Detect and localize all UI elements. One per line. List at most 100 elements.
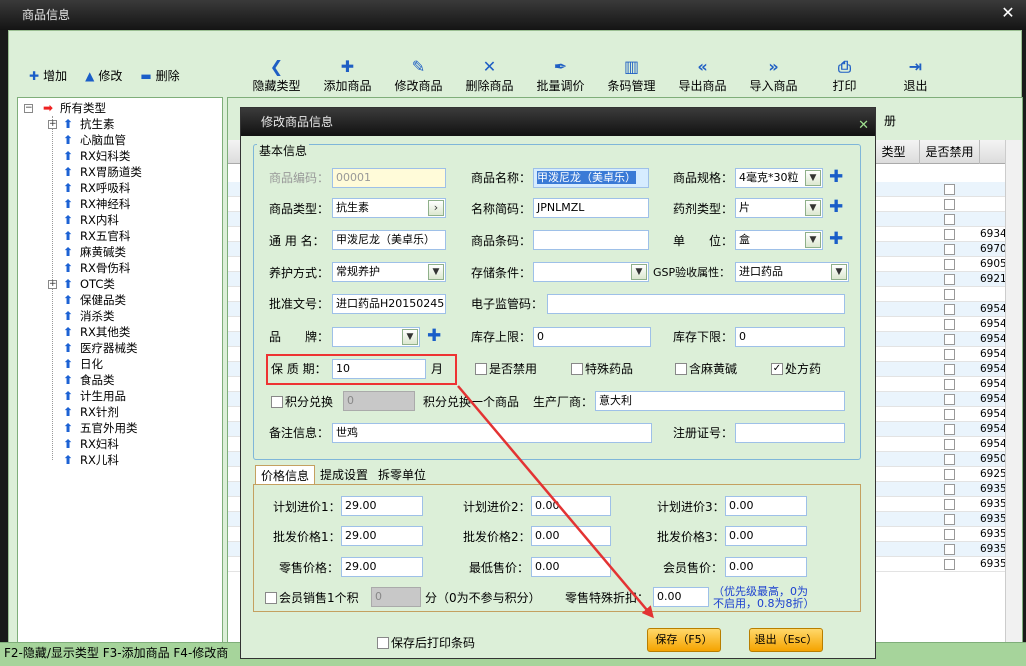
chevron-down-icon[interactable]: ▼: [631, 264, 647, 280]
disabled-cell-checkbox[interactable]: [944, 499, 955, 510]
storage-select[interactable]: ▼: [533, 262, 649, 282]
tree-item[interactable]: ⬆ RX内科: [18, 212, 222, 228]
chevron-down-icon[interactable]: ▼: [805, 200, 821, 216]
toolbar-button-5[interactable]: ▥ 条码管理: [596, 57, 667, 94]
disabled-cell-checkbox[interactable]: [944, 244, 955, 255]
add-dosage-plus-icon[interactable]: ✚: [829, 198, 843, 216]
tree-item[interactable]: ⬆ 医疗器械类: [18, 340, 222, 356]
plan-price3-field[interactable]: 0.00: [725, 496, 807, 516]
disabled-cell-checkbox[interactable]: [944, 559, 955, 570]
disabled-cell-checkbox[interactable]: [944, 304, 955, 315]
points-exchange-field[interactable]: 0: [343, 391, 415, 411]
disabled-cell-checkbox[interactable]: [944, 439, 955, 450]
wholesale-price2-field[interactable]: 0.00: [531, 526, 611, 546]
add-spec-plus-icon[interactable]: ✚: [829, 168, 843, 186]
unit-select[interactable]: 盒 ▼: [735, 230, 823, 250]
disabled-cell-checkbox[interactable]: [944, 544, 955, 555]
tree-toolbar-button-2[interactable]: ▬ 删除: [140, 67, 179, 84]
retail-price-field[interactable]: 29.00: [341, 557, 423, 577]
generic-name-field[interactable]: 甲泼尼龙（美卓乐）: [332, 230, 446, 250]
disabled-cell-checkbox[interactable]: [944, 229, 955, 240]
disabled-checkbox[interactable]: [475, 363, 487, 375]
save-button[interactable]: 保存（F5）: [647, 628, 721, 652]
reg-no-field[interactable]: [735, 423, 845, 443]
rx-checkbox-check-icon[interactable]: ✓: [771, 363, 783, 375]
discount-field[interactable]: 0.00: [653, 587, 709, 607]
add-unit-plus-icon[interactable]: ✚: [829, 230, 843, 248]
disabled-cell-checkbox[interactable]: [944, 484, 955, 495]
points-exchange-checkbox[interactable]: [271, 396, 283, 408]
chevron-down-icon[interactable]: ▼: [831, 264, 847, 280]
dosage-type-select[interactable]: 片 ▼: [735, 198, 823, 218]
chevron-down-icon[interactable]: ▼: [805, 232, 821, 248]
product-name-field[interactable]: 甲泼尼龙（美卓乐）: [533, 168, 649, 188]
tree-item[interactable]: ⬆ 食品类: [18, 372, 222, 388]
print-after-save-checkbox[interactable]: [377, 637, 389, 649]
disabled-cell-checkbox[interactable]: [944, 214, 955, 225]
tree-item[interactable]: ⬆ RX胃肠道类: [18, 164, 222, 180]
disabled-cell-checkbox[interactable]: [944, 199, 955, 210]
tree-item[interactable]: ⬆ 消杀类: [18, 308, 222, 324]
disabled-cell-checkbox[interactable]: [944, 454, 955, 465]
disabled-cell-checkbox[interactable]: [944, 259, 955, 270]
manufacturer-field[interactable]: 意大利: [595, 391, 845, 411]
gsp-select[interactable]: 进口药品 ▼: [735, 262, 849, 282]
tree-item[interactable]: ⬆ RX妇科: [18, 436, 222, 452]
disabled-cell-checkbox[interactable]: [944, 529, 955, 540]
add-brand-plus-icon[interactable]: ✚: [427, 327, 441, 345]
category-tree[interactable]: − ➡ 所有类型 + ⬆ 抗生素 ⬆ 心脑血管 ⬆ RX妇科类 ⬆ RX胃肠道类 ⬆ RX呼吸科 ⬆ RX神经…: [17, 97, 223, 643]
disabled-cell-checkbox[interactable]: [944, 409, 955, 420]
tree-item[interactable]: ⬆ 五官外用类: [18, 420, 222, 436]
tree-item[interactable]: ⬆ RX针剂: [18, 404, 222, 420]
plan-price1-field[interactable]: 29.00: [341, 496, 423, 516]
toolbar-button-8[interactable]: ⎙ 打印: [809, 57, 880, 94]
tab-commission[interactable]: 提成设置: [315, 465, 373, 485]
disabled-cell-checkbox[interactable]: [944, 424, 955, 435]
dialog-close-button[interactable]: ✕: [858, 112, 869, 140]
wholesale-price3-field[interactable]: 0.00: [725, 526, 807, 546]
toolbar-button-7[interactable]: » 导入商品: [738, 57, 809, 94]
toolbar-button-1[interactable]: ✚ 添加商品: [312, 57, 383, 94]
tree-item[interactable]: ⬆ 日化: [18, 356, 222, 372]
disabled-cell-checkbox[interactable]: [944, 319, 955, 330]
tree-item[interactable]: ⬆ 保健品类: [18, 292, 222, 308]
tree-item[interactable]: + ⬆ OTC类: [18, 276, 222, 292]
chevron-right-icon[interactable]: ›: [428, 200, 444, 216]
tree-item[interactable]: ⬆ RX五官科: [18, 228, 222, 244]
care-method-select[interactable]: 常规养护 ▼: [332, 262, 446, 282]
tree-item[interactable]: + ⬆ 抗生素: [18, 116, 222, 132]
stock-min-field[interactable]: 0: [735, 327, 845, 347]
disabled-cell-checkbox[interactable]: [944, 364, 955, 375]
grid-scrollbar[interactable]: [1005, 140, 1022, 642]
toolbar-button-6[interactable]: « 导出商品: [667, 57, 738, 94]
ephedrine-checkbox[interactable]: [675, 363, 687, 375]
chevron-down-icon[interactable]: ▼: [402, 329, 418, 345]
tree-item[interactable]: ⬆ RX骨伤科: [18, 260, 222, 276]
tree-item[interactable]: ⬆ RX其他类: [18, 324, 222, 340]
plan-price2-field[interactable]: 0.00: [531, 496, 611, 516]
min-price-field[interactable]: 0.00: [531, 557, 611, 577]
toolbar-button-9[interactable]: ⇥ 退出: [880, 57, 951, 94]
tree-item[interactable]: ⬆ RX神经科: [18, 196, 222, 212]
disabled-cell-checkbox[interactable]: [944, 334, 955, 345]
expand-icon[interactable]: +: [48, 119, 57, 129]
product-type-field[interactable]: 抗生素 ›: [332, 198, 446, 218]
stock-max-field[interactable]: 0: [533, 327, 651, 347]
disabled-cell-checkbox[interactable]: [944, 514, 955, 525]
disabled-cell-checkbox[interactable]: [944, 394, 955, 405]
product-spec-select[interactable]: 4毫克*30粒 ▼: [735, 168, 823, 188]
toolbar-button-2[interactable]: ✎ 修改商品: [383, 57, 454, 94]
tree-item[interactable]: ⬆ 心脑血管: [18, 132, 222, 148]
disabled-cell-checkbox[interactable]: [944, 349, 955, 360]
disabled-cell-checkbox[interactable]: [944, 379, 955, 390]
approval-no-field[interactable]: 进口药品H20150245: [332, 294, 446, 314]
abbr-field[interactable]: JPNLMZL: [533, 198, 649, 218]
disabled-cell-checkbox[interactable]: [944, 469, 955, 480]
exit-button[interactable]: 退出（Esc）: [749, 628, 823, 652]
member-price-field[interactable]: 0.00: [725, 557, 807, 577]
tree-item[interactable]: ⬆ 麻黄碱类: [18, 244, 222, 260]
tree-item[interactable]: ⬆ RX呼吸科: [18, 180, 222, 196]
chevron-down-icon[interactable]: ▼: [805, 170, 821, 186]
tree-item[interactable]: ⬆ 计生用品: [18, 388, 222, 404]
tree-item[interactable]: ⬆ RX儿科: [18, 452, 222, 468]
